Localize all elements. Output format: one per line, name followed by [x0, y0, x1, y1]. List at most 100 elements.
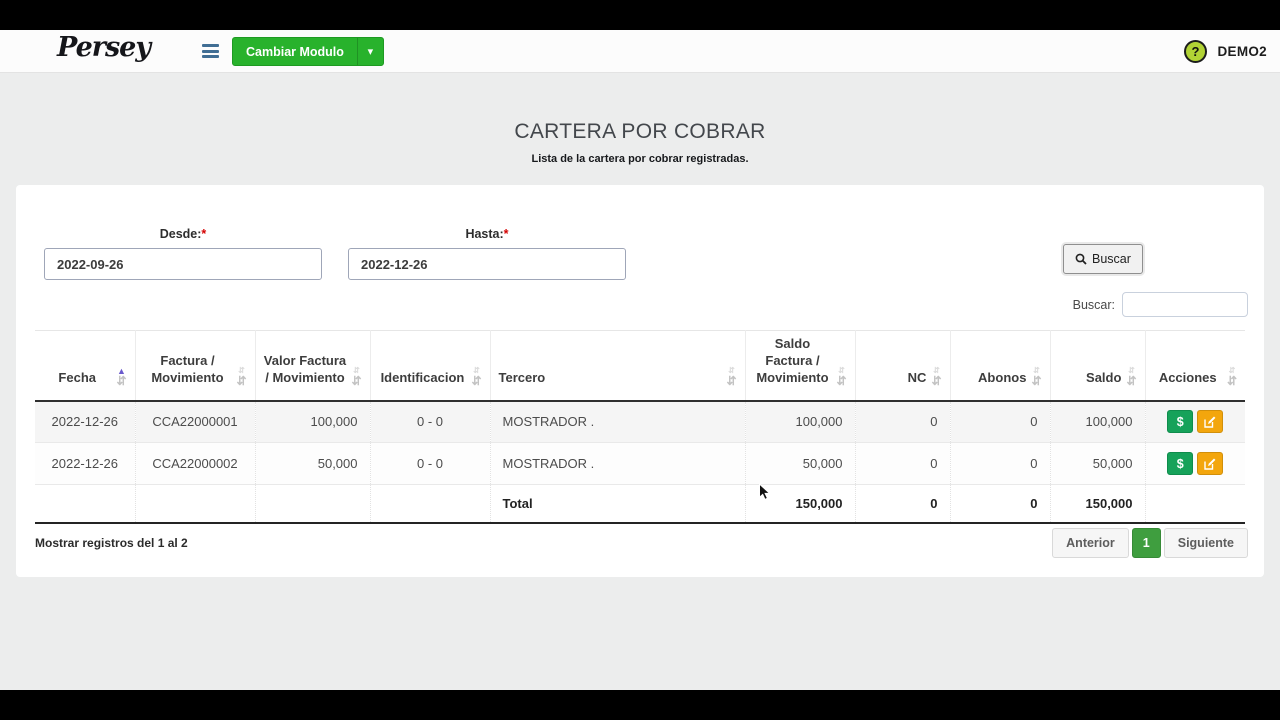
hamburger-menu-icon[interactable] [202, 44, 219, 58]
quick-search: Buscar: [1073, 292, 1248, 317]
header-label: Abonos [959, 370, 1027, 387]
header-label: Factura / Movimiento [144, 353, 232, 387]
cell-factura: CCA22000002 [135, 443, 255, 485]
sort-icon: ⇵⇵ [351, 367, 361, 387]
payment-button[interactable]: $ [1167, 452, 1193, 475]
edit-button[interactable] [1197, 410, 1223, 433]
column-header-saldo-factura[interactable]: Saldo Factura / Movimiento⇵⇵ [745, 331, 855, 401]
table-records-info: Mostrar registros del 1 al 2 [35, 536, 188, 550]
sort-both-icon: ⇵ [351, 375, 361, 387]
edit-icon [1204, 416, 1216, 428]
pagination: Anterior 1 Siguiente [1052, 528, 1248, 558]
column-header-saldo[interactable]: Saldo⇵⇵ [1050, 331, 1145, 401]
table-row: 2022-12-26 CCA22000002 50,000 0 - 0 MOST… [35, 443, 1245, 485]
column-header-fecha[interactable]: Fecha▲⇵ [35, 331, 135, 401]
column-header-abonos[interactable]: Abonos⇵⇵ [950, 331, 1050, 401]
sort-icon: ⇵⇵ [1126, 367, 1136, 387]
pagination-next-button[interactable]: Siguiente [1164, 528, 1248, 558]
sort-both-icon: ⇵ [471, 375, 481, 387]
content-panel: Desde:* Hasta:* Buscar Buscar: Fecha▲⇵ F… [16, 185, 1264, 577]
date-from-label: Desde:* [44, 227, 322, 241]
total-empty-cell [370, 485, 490, 523]
required-asterisk: * [504, 227, 509, 241]
header-label: Fecha [43, 370, 111, 387]
cell-acciones: $ [1145, 401, 1245, 443]
cell-identificacion: 0 - 0 [370, 401, 490, 443]
sort-icon: ⇵⇵ [471, 367, 481, 387]
payment-button[interactable]: $ [1167, 410, 1193, 433]
pagination-previous-button[interactable]: Anterior [1052, 528, 1129, 558]
header-label: Saldo Factura / Movimiento [754, 336, 832, 387]
change-module-label: Cambiar Modulo [233, 38, 357, 65]
header-label: Acciones [1154, 370, 1222, 387]
total-empty-cell [255, 485, 370, 523]
cell-abonos: 0 [950, 443, 1050, 485]
total-saldo-factura: 150,000 [745, 485, 855, 523]
cell-saldo: 50,000 [1050, 443, 1145, 485]
table-header-row: Fecha▲⇵ Factura / Movimiento⇵⇵ Valor Fac… [35, 331, 1245, 401]
help-icon[interactable]: ? [1184, 40, 1207, 63]
date-from-group: Desde:* [44, 227, 322, 280]
sort-icon: ⇵⇵ [726, 367, 736, 387]
sort-icon: ⇵⇵ [236, 367, 246, 387]
quick-search-input[interactable] [1122, 292, 1248, 317]
search-button-label: Buscar [1092, 252, 1131, 266]
user-menu[interactable]: DEMO2 [1217, 30, 1267, 73]
hamburger-bar [202, 55, 219, 58]
cell-tercero: MOSTRADOR . [490, 401, 745, 443]
total-empty-cell [135, 485, 255, 523]
column-header-factura[interactable]: Factura / Movimiento⇵⇵ [135, 331, 255, 401]
sort-icon: ⇵⇵ [836, 367, 846, 387]
cell-valor: 100,000 [255, 401, 370, 443]
header-label: Tercero [499, 370, 722, 387]
cartera-table: Fecha▲⇵ Factura / Movimiento⇵⇵ Valor Fac… [35, 330, 1245, 524]
column-header-nc[interactable]: NC⇵⇵ [855, 331, 950, 401]
page-subtitle: Lista de la cartera por cobrar registrad… [0, 153, 1280, 165]
hamburger-bar [202, 44, 219, 47]
total-row: Total 150,000 0 0 150,000 [35, 485, 1245, 523]
column-header-identificacion[interactable]: Identificacion⇵⇵ [370, 331, 490, 401]
cell-saldo-factura: 50,000 [745, 443, 855, 485]
change-module-button[interactable]: Cambiar Modulo ▾ [232, 37, 384, 66]
sort-both-icon: ⇵ [236, 375, 246, 387]
header-label: NC [864, 370, 927, 387]
top-black-bar [0, 0, 1280, 30]
edit-icon [1204, 458, 1216, 470]
chevron-down-icon[interactable]: ▾ [358, 38, 383, 65]
cell-saldo: 100,000 [1050, 401, 1145, 443]
table-row: 2022-12-26 CCA22000001 100,000 0 - 0 MOS… [35, 401, 1245, 443]
navbar: Persey Cambiar Modulo ▾ ? DEMO2 [0, 30, 1280, 73]
cell-fecha: 2022-12-26 [35, 401, 135, 443]
date-to-group: Hasta:* [348, 227, 626, 280]
date-to-label-text: Hasta: [465, 227, 503, 241]
cell-abonos: 0 [950, 401, 1050, 443]
total-empty-cell [1145, 485, 1245, 523]
required-asterisk: * [201, 227, 206, 241]
sort-both-icon: ⇵ [836, 375, 846, 387]
search-icon [1075, 253, 1087, 265]
search-button[interactable]: Buscar [1063, 244, 1143, 274]
date-from-input[interactable] [44, 248, 322, 280]
cell-nc: 0 [855, 401, 950, 443]
header-label: Valor Factura / Movimiento [264, 353, 347, 387]
sort-both-icon: ⇵ [116, 375, 126, 387]
column-header-acciones[interactable]: Acciones ⇵⇵ [1145, 331, 1245, 401]
edit-button[interactable] [1197, 452, 1223, 475]
total-label: Total [490, 485, 745, 523]
date-to-input[interactable] [348, 248, 626, 280]
sort-icon: ⇵⇵ [1227, 367, 1237, 387]
bottom-black-bar [0, 690, 1280, 720]
cell-valor: 50,000 [255, 443, 370, 485]
sort-both-icon: ⇵ [1031, 375, 1041, 387]
date-from-label-text: Desde: [160, 227, 202, 241]
total-empty-cell [35, 485, 135, 523]
quick-search-label: Buscar: [1073, 298, 1115, 312]
column-header-valor[interactable]: Valor Factura / Movimiento⇵⇵ [255, 331, 370, 401]
cell-nc: 0 [855, 443, 950, 485]
page-title: CARTERA POR COBRAR [0, 120, 1280, 144]
sort-icon: ⇵⇵ [1031, 367, 1041, 387]
column-header-tercero[interactable]: Tercero⇵⇵ [490, 331, 745, 401]
sort-both-icon: ⇵ [1126, 375, 1136, 387]
pagination-page-1[interactable]: 1 [1132, 528, 1161, 558]
total-nc: 0 [855, 485, 950, 523]
